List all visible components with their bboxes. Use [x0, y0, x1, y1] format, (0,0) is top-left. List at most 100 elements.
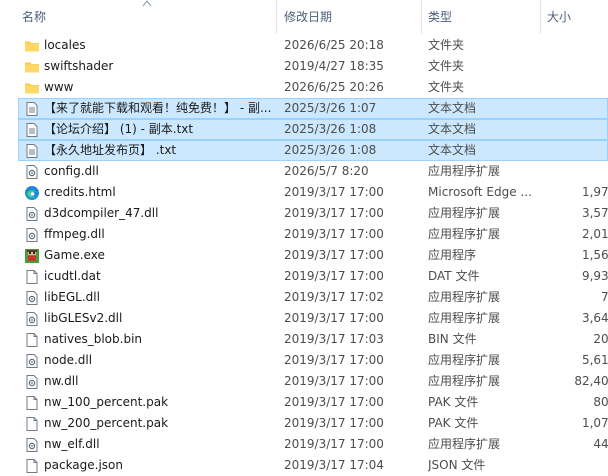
file-row[interactable]: ffmpeg.dll 2019/3/17 17:00 应用程序扩展 2,010 K: [18, 224, 608, 245]
column-header-name[interactable]: 名称: [22, 0, 46, 34]
file-type: 应用程序扩展: [428, 437, 501, 451]
file-name: libGLESv2.dll: [44, 311, 123, 325]
file-name: Game.exe: [44, 248, 105, 262]
file-type: 应用程序扩展: [428, 206, 501, 220]
file-name: natives_blob.bin: [44, 332, 143, 346]
file-type: 应用程序扩展: [428, 164, 501, 178]
file-size: 2 K: [548, 98, 608, 119]
blank-file-icon: [24, 416, 40, 432]
file-size: [548, 35, 608, 56]
file-row[interactable]: locales 2026/6/25 20:18 文件夹: [18, 35, 608, 56]
column-header-bar: 名称 修改日期 类型 大小: [0, 0, 608, 34]
file-type: 文件夹: [428, 59, 465, 73]
file-modified-date: 2019/3/17 17:04: [284, 458, 384, 472]
text-file-icon: [24, 122, 40, 138]
file-name: nw_200_percent.pak: [44, 416, 169, 430]
file-size: 1 K: [548, 455, 608, 476]
file-row[interactable]: credits.html 2019/3/17 17:00 Microsoft Edg…: [18, 182, 608, 203]
file-type: JSON 文件: [428, 458, 486, 472]
column-divider[interactable]: [540, 0, 541, 34]
column-header-size[interactable]: 大小: [547, 0, 571, 34]
file-row[interactable]: 【论坛介绍】 (1) - 副本.txt 2025/3/26 1:08 文本文档 2 K: [18, 119, 608, 140]
file-modified-date: 2025/3/26 1:08: [284, 122, 377, 136]
dll-file-icon: [24, 290, 40, 306]
file-type: 应用程序扩展: [428, 311, 501, 325]
file-modified-date: 2019/3/17 17:00: [284, 437, 384, 451]
file-row[interactable]: natives_blob.bin 2019/3/17 17:03 BIN 文件 201…: [18, 329, 608, 350]
file-modified-date: 2026/5/7 8:20: [284, 164, 369, 178]
dll-file-icon: [24, 311, 40, 327]
file-row[interactable]: d3dcompiler_47.dll 2019/3/17 17:00 应用程序扩展 3…: [18, 203, 608, 224]
sort-ascending-icon: [142, 0, 152, 7]
file-row[interactable]: libEGL.dll 2019/3/17 17:02 应用程序扩展 77 K: [18, 287, 608, 308]
file-size: 1,970 K: [581, 185, 608, 199]
file-size: 2,010 K: [581, 227, 608, 241]
file-row[interactable]: 【来了就能下载和观看！纯免费！】 - 副... 2025/3/26 1:07 文本文…: [18, 98, 608, 119]
file-name: icudtl.dat: [44, 269, 101, 283]
blank-file-icon: [24, 332, 40, 348]
file-type: 文本文档: [428, 122, 477, 136]
column-divider[interactable]: [421, 0, 422, 34]
file-name: nw_elf.dll: [44, 437, 100, 451]
file-type: 文件夹: [428, 80, 465, 94]
file-row[interactable]: 【永久地址发布页】 .txt 2025/3/26 1:08 文本文档 2 K: [18, 140, 608, 161]
file-size: 5,615 K: [581, 353, 608, 367]
column-header-type[interactable]: 类型: [428, 0, 452, 34]
file-name: locales: [44, 38, 86, 52]
file-modified-date: 2025/3/26 1:07: [284, 101, 377, 115]
file-name: swiftshader: [44, 59, 114, 73]
game-exe-icon: [24, 248, 40, 264]
file-row[interactable]: swiftshader 2019/4/27 18:35 文件夹: [18, 56, 608, 77]
file-size: 440 K: [593, 437, 608, 451]
file-row[interactable]: Game.exe 2019/3/17 17:00 应用程序 1,567 K: [18, 245, 608, 266]
file-size: 2 K: [548, 140, 608, 161]
file-name: www: [44, 80, 74, 94]
file-modified-date: 2019/3/17 17:00: [284, 353, 384, 367]
file-modified-date: 2019/3/17 17:00: [284, 227, 384, 241]
file-row[interactable]: node.dll 2019/3/17 17:00 应用程序扩展 5,615 K: [18, 350, 608, 371]
file-modified-date: 2019/3/17 17:03: [284, 332, 384, 346]
column-header-date[interactable]: 修改日期: [284, 0, 332, 34]
blank-file-icon: [24, 458, 40, 474]
folder-icon: [24, 38, 40, 54]
file-modified-date: 2019/3/17 17:00: [284, 311, 384, 325]
file-modified-date: 2026/6/25 20:26: [284, 80, 384, 94]
file-size: 2 K: [548, 119, 608, 140]
file-type: BIN 文件: [428, 332, 477, 346]
file-size: 82,404 K: [574, 374, 608, 388]
file-row[interactable]: icudtl.dat 2019/3/17 17:00 DAT 文件 9,933 K: [18, 266, 608, 287]
file-type: 文件夹: [428, 38, 465, 52]
file-modified-date: 2019/3/17 17:02: [284, 290, 384, 304]
file-name: libEGL.dll: [44, 290, 100, 304]
file-name: d3dcompiler_47.dll: [44, 206, 159, 220]
file-type: 应用程序扩展: [428, 290, 501, 304]
file-modified-date: 2019/4/27 18:35: [284, 59, 384, 73]
file-row[interactable]: config.dll 2026/5/7 8:20 应用程序扩展 1 K: [18, 161, 608, 182]
file-size: 3,576 K: [581, 206, 608, 220]
file-row[interactable]: www 2026/6/25 20:26 文件夹: [18, 77, 608, 98]
file-modified-date: 2025/3/26 1:08: [284, 143, 377, 157]
edge-html-icon: [24, 185, 40, 201]
file-row[interactable]: package.json 2019/3/17 17:04 JSON 文件 1 K: [18, 455, 608, 476]
file-modified-date: 2019/3/17 17:00: [284, 395, 384, 409]
file-modified-date: 2019/3/17 17:00: [284, 185, 384, 199]
file-row[interactable]: nw.dll 2019/3/17 17:00 应用程序扩展 82,404 K: [18, 371, 608, 392]
file-modified-date: 2019/3/17 17:00: [284, 416, 384, 430]
file-row[interactable]: nw_elf.dll 2019/3/17 17:00 应用程序扩展 440 K: [18, 434, 608, 455]
dll-file-icon: [24, 206, 40, 222]
file-name: nw_100_percent.pak: [44, 395, 169, 409]
file-row[interactable]: nw_100_percent.pak 2019/3/17 17:00 PAK 文件 8…: [18, 392, 608, 413]
file-size: 3,644 K: [581, 311, 608, 325]
file-size: 9,933 K: [581, 269, 608, 283]
folder-icon: [24, 80, 40, 96]
file-row[interactable]: libGLESv2.dll 2019/3/17 17:00 应用程序扩展 3,644 …: [18, 308, 608, 329]
file-name: credits.html: [44, 185, 116, 199]
column-divider[interactable]: [276, 0, 277, 34]
file-row[interactable]: nw_200_percent.pak 2019/3/17 17:00 PAK 文件 1…: [18, 413, 608, 434]
file-type: DAT 文件: [428, 269, 480, 283]
file-modified-date: 2026/6/25 20:18: [284, 38, 384, 52]
file-size: 1,567 K: [581, 248, 608, 262]
blank-file-icon: [24, 395, 40, 411]
file-size: 809 K: [593, 395, 608, 409]
file-name: ffmpeg.dll: [44, 227, 105, 241]
